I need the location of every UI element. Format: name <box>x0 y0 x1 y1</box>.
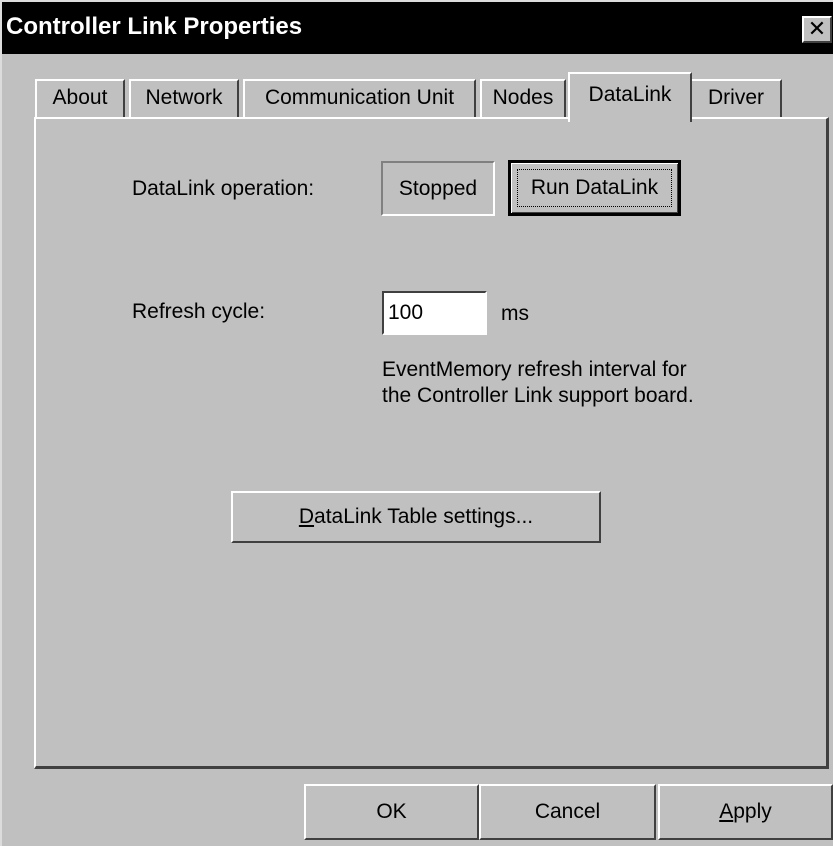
refresh-cycle-input[interactable] <box>382 291 487 335</box>
close-icon: ✕ <box>807 16 827 41</box>
window-title: Controller Link Properties <box>6 13 303 40</box>
refresh-description-line2: the Controller Link support board. <box>382 384 694 407</box>
apply-button[interactable]: Apply <box>658 784 833 840</box>
tab-label: Network <box>145 86 223 109</box>
refresh-cycle-label: Refresh cycle: <box>132 300 266 323</box>
refresh-unit-label: ms <box>501 302 529 325</box>
focus-rectangle <box>517 169 672 207</box>
refresh-description-line1: EventMemory refresh interval for <box>382 358 687 381</box>
dialog-window: Controller Link Properties ✕ About Netwo… <box>0 0 833 846</box>
mnemonic-letter: D <box>298 505 315 528</box>
ok-button[interactable]: OK <box>304 784 479 840</box>
close-button[interactable]: ✕ <box>802 16 832 43</box>
status-text: Stopped <box>398 177 478 200</box>
tab-network[interactable]: Network <box>129 79 239 117</box>
title-bar[interactable]: Controller Link Properties ✕ <box>2 2 833 54</box>
tab-communication-unit[interactable]: Communication Unit <box>243 79 476 117</box>
apply-label: pply <box>733 800 772 823</box>
ok-label: OK <box>376 800 407 823</box>
tab-label: Driver <box>708 86 764 109</box>
tab-label: DataLink <box>588 83 672 106</box>
tab-datalink[interactable]: DataLink <box>568 72 692 122</box>
tab-label: About <box>52 86 108 109</box>
datalink-table-settings-button[interactable]: DataLink Table settings... <box>231 491 601 543</box>
cancel-button[interactable]: Cancel <box>479 784 656 840</box>
datalink-status-value: Stopped <box>381 161 495 216</box>
tab-driver[interactable]: Driver <box>690 79 782 117</box>
run-datalink-button[interactable]: Run DataLink <box>508 160 681 216</box>
button-label: ataLink Table settings... <box>314 505 534 528</box>
tab-nodes[interactable]: Nodes <box>480 79 566 117</box>
tab-label: Communication Unit <box>264 86 455 109</box>
tab-label: Nodes <box>492 86 554 109</box>
tab-about[interactable]: About <box>35 79 125 117</box>
datalink-operation-label: DataLink operation: <box>132 177 315 200</box>
cancel-label: Cancel <box>534 800 601 823</box>
mnemonic-letter: A <box>719 800 734 823</box>
